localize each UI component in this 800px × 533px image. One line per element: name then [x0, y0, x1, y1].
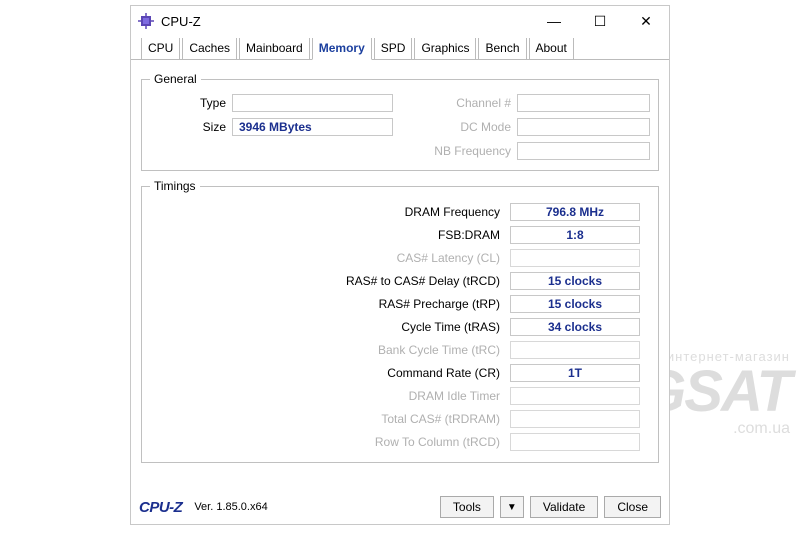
general-value: 3946 MBytes: [232, 118, 393, 136]
general-label: Type: [150, 96, 232, 110]
timings-group: Timings DRAM Frequency796.8 MHzFSB:DRAM1…: [141, 179, 659, 463]
timing-value: [510, 341, 640, 359]
general-value: [517, 118, 650, 136]
timing-value: 34 clocks: [510, 318, 640, 336]
timing-value: [510, 387, 640, 405]
timing-label: Total CAS# (tRDRAM): [150, 412, 510, 426]
maximize-button[interactable]: ☐: [577, 6, 623, 36]
timing-label: DRAM Idle Timer: [150, 389, 510, 403]
timing-value: 1:8: [510, 226, 640, 244]
timing-value: 15 clocks: [510, 272, 640, 290]
general-right-row: DC Mode: [407, 116, 650, 138]
general-group: General Type Size3946 MBytes Channel # DC …: [141, 72, 659, 171]
close-button[interactable]: Close: [604, 496, 661, 518]
tab-about[interactable]: About: [529, 38, 574, 60]
timing-row: RAS# to CAS# Delay (tRCD)15 clocks: [150, 270, 640, 291]
timing-row: Command Rate (CR)1T: [150, 362, 640, 383]
timing-row: Row To Column (tRCD): [150, 431, 640, 452]
timing-row: DRAM Frequency796.8 MHz: [150, 201, 640, 222]
close-window-button[interactable]: ✕: [623, 6, 669, 36]
general-label: DC Mode: [407, 120, 517, 134]
tools-dropdown-button[interactable]: ▼: [500, 496, 524, 518]
timing-label: RAS# Precharge (tRP): [150, 297, 510, 311]
timing-value: 796.8 MHz: [510, 203, 640, 221]
general-label: NB Frequency: [407, 144, 517, 158]
general-value: [517, 94, 650, 112]
app-title: CPU-Z: [161, 14, 201, 29]
tab-memory[interactable]: Memory: [312, 38, 372, 60]
tab-graphics[interactable]: Graphics: [414, 38, 476, 60]
timing-value: [510, 249, 640, 267]
general-left-row: Type: [150, 92, 393, 114]
titlebar: CPU-Z — ☐ ✕: [131, 6, 669, 36]
timing-value: 1T: [510, 364, 640, 382]
timing-row: CAS# Latency (CL): [150, 247, 640, 268]
tab-spd[interactable]: SPD: [374, 38, 413, 60]
cpuz-window: CPU-Z — ☐ ✕ CPUCachesMainboardMemorySPDG…: [130, 5, 670, 525]
footer-brand: CPU-Z: [139, 499, 182, 516]
timing-label: Row To Column (tRCD): [150, 435, 510, 449]
app-icon: [137, 12, 155, 30]
timing-label: DRAM Frequency: [150, 205, 510, 219]
timing-row: Cycle Time (tRAS)34 clocks: [150, 316, 640, 337]
general-value: [232, 94, 393, 112]
timing-row: Total CAS# (tRDRAM): [150, 408, 640, 429]
timing-value: [510, 433, 640, 451]
tab-caches[interactable]: Caches: [182, 38, 237, 60]
minimize-button[interactable]: —: [531, 6, 577, 36]
tabbar: CPUCachesMainboardMemorySPDGraphicsBench…: [131, 36, 669, 60]
timing-row: Bank Cycle Time (tRC): [150, 339, 640, 360]
timing-label: CAS# Latency (CL): [150, 251, 510, 265]
general-label: Channel #: [407, 96, 517, 110]
footer: CPU-Z Ver. 1.85.0.x64 Tools ▼ Validate C…: [131, 494, 669, 524]
general-legend: General: [150, 72, 201, 86]
general-right-row: Channel #: [407, 92, 650, 114]
timing-value: 15 clocks: [510, 295, 640, 313]
validate-button[interactable]: Validate: [530, 496, 598, 518]
timing-row: DRAM Idle Timer: [150, 385, 640, 406]
tab-cpu[interactable]: CPU: [141, 38, 180, 60]
tools-button[interactable]: Tools: [440, 496, 494, 518]
general-right-row: NB Frequency: [407, 140, 650, 162]
timing-label: RAS# to CAS# Delay (tRCD): [150, 274, 510, 288]
footer-version: Ver. 1.85.0.x64: [194, 501, 267, 513]
tab-content-memory: General Type Size3946 MBytes Channel # DC …: [131, 60, 669, 494]
timing-label: Cycle Time (tRAS): [150, 320, 510, 334]
timings-legend: Timings: [150, 179, 200, 193]
timing-value: [510, 410, 640, 428]
tab-mainboard[interactable]: Mainboard: [239, 38, 310, 60]
general-left-row: Size3946 MBytes: [150, 116, 393, 138]
timing-row: FSB:DRAM1:8: [150, 224, 640, 245]
general-value: [517, 142, 650, 160]
general-label: Size: [150, 120, 232, 134]
timing-label: FSB:DRAM: [150, 228, 510, 242]
tab-bench[interactable]: Bench: [478, 38, 526, 60]
timing-label: Command Rate (CR): [150, 366, 510, 380]
timing-label: Bank Cycle Time (tRC): [150, 343, 510, 357]
timing-row: RAS# Precharge (tRP)15 clocks: [150, 293, 640, 314]
